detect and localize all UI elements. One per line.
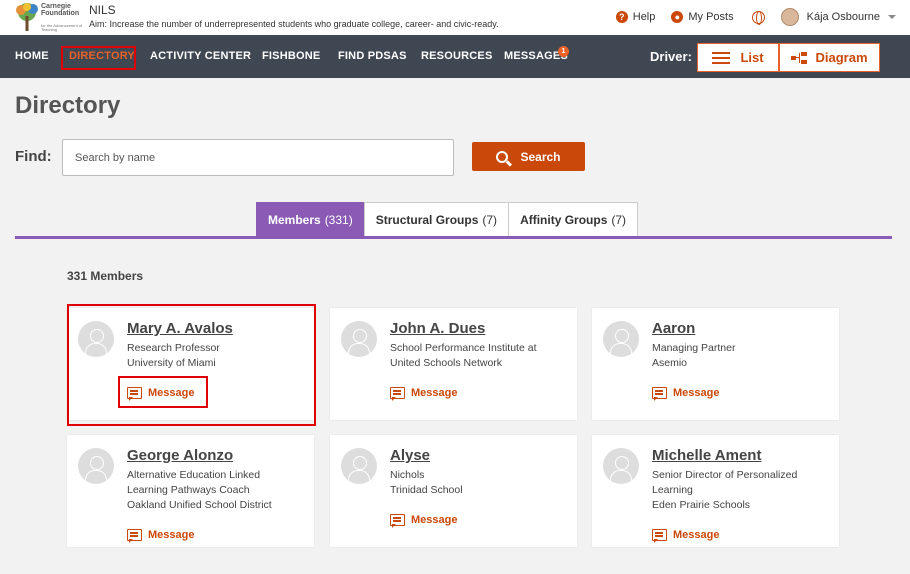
member-info-line: Learning Pathways Coach: [127, 484, 250, 496]
posts-icon: ●: [671, 11, 684, 23]
tab-affinity-groups-label: Affinity Groups: [520, 212, 608, 227]
tab-structural-groups[interactable]: Structural Groups (7): [363, 202, 510, 237]
member-info: Nichols Trinidad School: [390, 468, 570, 498]
member-info: Senior Director of Personalized Learning…: [652, 468, 832, 513]
driver-list-button[interactable]: List: [697, 43, 779, 72]
find-label: Find:: [15, 148, 52, 165]
nav-fishbone[interactable]: FISHBONE: [262, 35, 320, 78]
avatar-placeholder-icon: [78, 448, 114, 484]
member-card: Alyse Nichols Trinidad School Message: [330, 435, 577, 547]
member-info-line: Nichols: [390, 469, 425, 481]
message-button[interactable]: Message: [652, 529, 720, 543]
nav-activity-center[interactable]: ACTIVITY CENTER: [150, 35, 251, 78]
tab-affinity-groups-count: (7): [611, 212, 627, 227]
message-button[interactable]: Message: [390, 514, 458, 528]
member-info-line: Trinidad School: [390, 484, 463, 496]
member-count: 331 Members: [67, 269, 144, 283]
nav-home[interactable]: HOME: [15, 35, 49, 78]
message-icon: [390, 387, 405, 401]
avatar-placeholder-icon: [603, 448, 639, 484]
message-button[interactable]: Message: [652, 387, 720, 401]
driver-diagram-button[interactable]: Diagram: [779, 43, 880, 72]
message-icon: [127, 529, 142, 543]
tab-affinity-groups[interactable]: Affinity Groups (7): [508, 202, 639, 237]
driver-label: Driver:: [650, 49, 692, 64]
my-posts-link[interactable]: ● My Posts: [671, 11, 734, 23]
member-card: Aaron Managing Partner Asemio Message: [592, 308, 839, 420]
page-title: Directory: [15, 92, 121, 119]
tab-members[interactable]: Members (331): [256, 202, 365, 237]
user-name[interactable]: Kája Osbourne: [807, 11, 880, 23]
tab-structural-groups-label: Structural Groups: [375, 212, 479, 227]
tree-logo-icon: [16, 3, 38, 31]
search-button[interactable]: Search: [472, 142, 585, 171]
member-name[interactable]: Alyse: [390, 447, 430, 464]
chevron-down-icon[interactable]: [888, 15, 896, 19]
directory-highlight-box: [61, 46, 136, 70]
tab-structural-groups-count: (7): [482, 212, 498, 227]
nav-resources[interactable]: RESOURCES: [421, 35, 492, 78]
top-links: ? Help ● My Posts Kája Osbourne: [600, 8, 896, 26]
avatar-placeholder-icon: [341, 321, 377, 357]
member-info: Alternative Education Linked Learning Pa…: [127, 468, 307, 513]
logo-org-name: Carnegie Foundation: [41, 3, 80, 17]
message-label: Message: [673, 387, 720, 399]
member-info-line: Managing Partner: [652, 342, 736, 354]
help-label: Help: [632, 11, 656, 23]
search-button-label: Search: [520, 149, 561, 164]
tab-underline: [15, 236, 892, 239]
member-info-line: Eden Prairie Schools: [652, 499, 751, 511]
top-bar: Carnegie Foundation for the Advancement …: [0, 0, 910, 35]
list-icon: [712, 51, 731, 64]
message-icon: [390, 514, 405, 528]
message-button[interactable]: Message: [390, 387, 458, 401]
member-card: George Alonzo Alternative Education Link…: [67, 435, 314, 547]
avatar-placeholder-icon: [341, 448, 377, 484]
member-card: John A. Dues School Performance Institut…: [330, 308, 577, 420]
member-info-line: Learning: [652, 484, 693, 496]
member-info-line: United Schools Network: [390, 357, 503, 369]
message-button[interactable]: Message: [127, 529, 195, 543]
search-icon: [496, 150, 509, 163]
driver-diagram-label: Diagram: [815, 50, 868, 65]
directory-tabs: Members (331) Structural Groups (7) Affi…: [256, 202, 639, 237]
member-card: Michelle Ament Senior Director of Person…: [592, 435, 839, 547]
member-info-line: School Performance Institute at: [390, 342, 537, 354]
member-info-line: Oakland Unified School District: [127, 499, 272, 511]
message-icon: [652, 387, 667, 401]
member-name[interactable]: George Alonzo: [127, 447, 233, 464]
message-label: Message: [411, 514, 458, 526]
message-icon: [652, 529, 667, 543]
message-label: Message: [148, 529, 195, 541]
nav-messages[interactable]: MESSAGES: [504, 35, 568, 78]
search-input[interactable]: [62, 139, 454, 176]
member-name[interactable]: Michelle Ament: [652, 447, 761, 464]
member-info-line: Asemio: [652, 357, 688, 369]
member-name[interactable]: John A. Dues: [390, 320, 485, 337]
member-info-line: Alternative Education Linked: [127, 469, 261, 481]
help-link[interactable]: ? Help: [615, 11, 656, 23]
avatar-placeholder-icon: [603, 321, 639, 357]
message-label: Message: [673, 529, 720, 541]
member-info: Managing Partner Asemio: [652, 341, 832, 371]
logo-org-subtitle: for the Advancement of Teaching: [41, 23, 83, 32]
globe-icon[interactable]: [751, 10, 765, 25]
messages-badge: 1: [558, 46, 569, 57]
driver-list-label: List: [740, 50, 764, 65]
message-label: Message: [411, 387, 458, 399]
aim-statement: Aim: Increase the number of underreprese…: [89, 19, 499, 29]
member-name[interactable]: Aaron: [652, 320, 695, 337]
carnegie-logo[interactable]: Carnegie Foundation for the Advancement …: [14, 2, 84, 33]
my-posts-label: My Posts: [688, 11, 734, 23]
member-info: School Performance Institute at United S…: [390, 341, 570, 371]
tab-members-count: (331): [324, 212, 353, 227]
highlight-box-message-button: [118, 376, 208, 408]
diagram-icon: [791, 51, 808, 64]
tab-members-label: Members: [268, 212, 321, 227]
help-icon: ?: [615, 11, 628, 23]
user-avatar[interactable]: [780, 8, 799, 26]
member-info-line: Senior Director of Personalized: [652, 469, 798, 481]
nav-find-pdsas[interactable]: FIND PDSAS: [338, 35, 407, 78]
app-name: NILS: [89, 3, 116, 17]
